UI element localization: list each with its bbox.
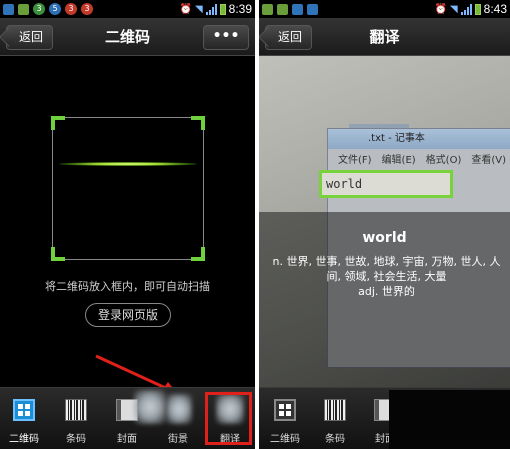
translation-word: world xyxy=(362,230,407,246)
definition-adj: adj. 世界的 xyxy=(358,285,415,298)
status-bar: ⏰ ◥ 8:43 xyxy=(259,0,510,18)
tool-qr-code[interactable]: 二维码 xyxy=(261,388,309,449)
translation-definition: n. 世界, 世事, 世故, 地球, 宇宙, 万物, 世人, 人间, 领域, 社… xyxy=(269,254,504,299)
street-view-icon xyxy=(166,394,192,424)
scan-line xyxy=(59,162,197,166)
tool-qr-code[interactable]: 二维码 xyxy=(0,388,48,449)
scan-hint: 将二维码放入框内，即可自动扫描 xyxy=(45,280,210,293)
notification-badge: 3 xyxy=(81,3,93,15)
app-notification-icon xyxy=(307,3,318,15)
tool-label: 条码 xyxy=(66,434,86,445)
tool-street-view[interactable]: 街景 xyxy=(154,388,202,449)
wifi-icon: ◥ xyxy=(194,3,203,15)
barcode-icon xyxy=(65,399,87,421)
scan-corner xyxy=(191,247,205,261)
app-notification-icon xyxy=(292,3,303,15)
back-button[interactable]: 返回 xyxy=(6,25,54,50)
signal-icon xyxy=(460,3,472,15)
app-notification-icon xyxy=(3,3,14,15)
scan-corner xyxy=(191,116,205,130)
wifi-icon: ◥ xyxy=(449,3,458,15)
definition-noun: n. 世界, 世事, 世故, 地球, 宇宙, 万物, 世人, 人间, 领域, 社… xyxy=(272,255,501,283)
window-menu: 文件(F) 编辑(E) 格式(O) 查看(V) xyxy=(328,151,510,167)
status-bar: 3 5 3 3 ⏰ ◥ 8:39 xyxy=(0,0,255,18)
battery-icon xyxy=(219,3,226,15)
menu-item: 格式(O) xyxy=(425,155,462,166)
signal-icon xyxy=(205,3,217,15)
header: 翻译 返回 xyxy=(259,18,510,56)
back-button[interactable]: 返回 xyxy=(265,25,313,50)
tool-barcode[interactable]: 条码 xyxy=(52,388,100,449)
scan-corner xyxy=(51,247,65,261)
clock: 8:43 xyxy=(483,2,507,16)
notification-badge: 5 xyxy=(49,3,61,15)
scan-frame xyxy=(51,116,205,261)
window-title: .txt - 记事本 xyxy=(328,129,510,149)
tool-label: 二维码 xyxy=(9,434,39,445)
barcode-icon xyxy=(324,399,346,421)
android-icon xyxy=(277,3,288,15)
tool-label: 封面 xyxy=(117,434,137,445)
menu-item: 查看(V) xyxy=(471,155,507,166)
detected-word-box[interactable]: world xyxy=(319,170,453,198)
tool-label: 二维码 xyxy=(270,434,300,445)
battery-icon xyxy=(474,3,481,15)
clock: 8:39 xyxy=(228,2,252,16)
alarm-icon: ⏰ xyxy=(434,3,447,15)
qr-code-icon xyxy=(13,399,35,421)
back-label: 返回 xyxy=(278,30,303,44)
menu-item: 编辑(E) xyxy=(381,155,416,166)
qr-code-icon xyxy=(274,399,296,421)
tool-label: 街景 xyxy=(168,434,188,445)
notification-badge: 3 xyxy=(33,3,45,15)
right-screen-translate: ⏰ ◥ 8:43 翻译 返回 .txt - 记事本 文件(F) 编辑(E) 格式… xyxy=(259,0,510,449)
android-icon xyxy=(18,3,29,15)
alarm-icon: ⏰ xyxy=(179,3,192,15)
tool-label: 条码 xyxy=(325,434,345,445)
notification-badge: 3 xyxy=(65,3,77,15)
left-screen-qr: 3 5 3 3 ⏰ ◥ 8:39 二维码 返回 ••• 将二维码放入框内，即可自… xyxy=(0,0,255,449)
back-label: 返回 xyxy=(19,30,44,44)
web-login-button[interactable]: 登录网页版 xyxy=(85,303,171,327)
more-button[interactable]: ••• xyxy=(203,25,249,50)
header: 二维码 返回 ••• xyxy=(0,18,255,56)
menu-item: 文件(F) xyxy=(338,155,372,166)
highlight-box xyxy=(205,392,252,445)
tool-barcode[interactable]: 条码 xyxy=(311,388,359,449)
dark-overlay-patch xyxy=(389,390,510,449)
scan-corner xyxy=(51,116,65,130)
android-icon xyxy=(262,3,273,15)
